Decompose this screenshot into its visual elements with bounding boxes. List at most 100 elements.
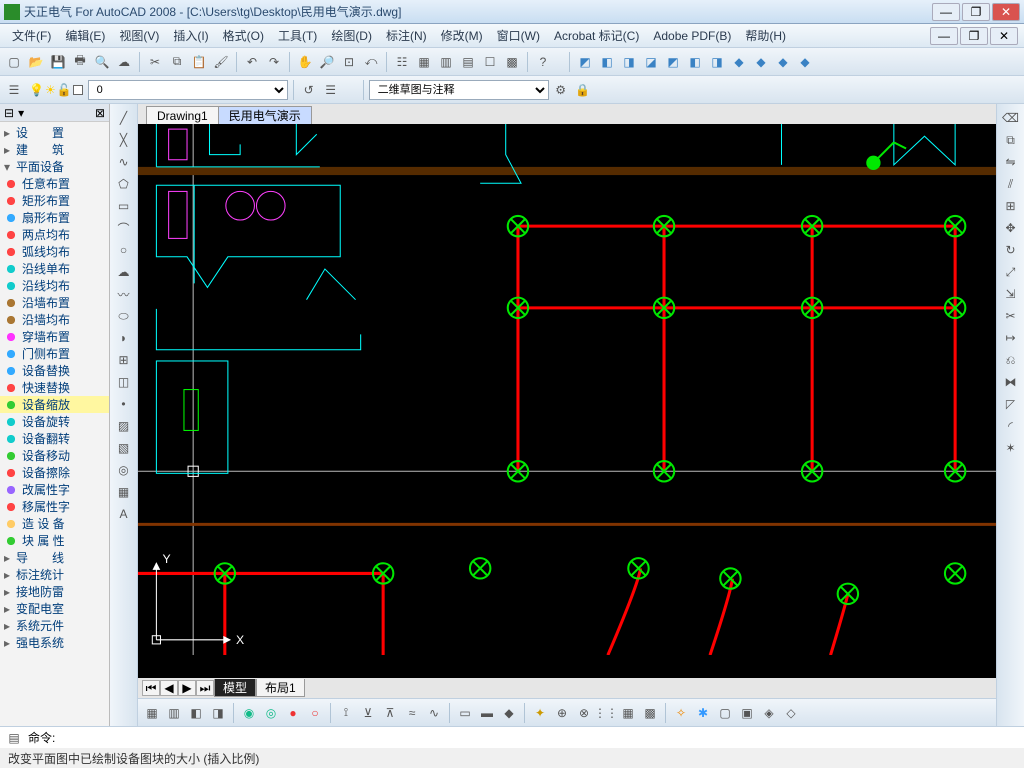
ssm-icon[interactable]: ▤ <box>458 52 478 72</box>
explode-icon[interactable]: ✶ <box>1001 438 1021 458</box>
menu-modify[interactable]: 修改(M) <box>435 25 489 46</box>
bt12-icon[interactable]: ≈ <box>402 703 422 723</box>
tree-item[interactable]: 两点均布 <box>0 226 109 243</box>
bt10-icon[interactable]: ⊻ <box>358 703 378 723</box>
layer-freeze-icon[interactable]: ☀ <box>45 83 56 97</box>
view-top-icon[interactable]: ◧ <box>597 52 617 72</box>
doc-restore-button[interactable]: ❐ <box>960 27 988 45</box>
bt26-icon[interactable]: ▣ <box>737 703 757 723</box>
layer-on-icon[interactable]: 💡 <box>29 83 44 97</box>
chamfer-icon[interactable]: ◸ <box>1001 394 1021 414</box>
block-icon[interactable]: ◫ <box>113 372 135 392</box>
tree-category[interactable]: ▸强电系统 <box>0 634 109 651</box>
tree-item[interactable]: 沿墙均布 <box>0 311 109 328</box>
tree-item[interactable]: 设备缩放 <box>0 396 109 413</box>
tab-first-icon[interactable]: ⏮ <box>142 680 160 696</box>
break-icon[interactable]: ⎌ <box>1001 350 1021 370</box>
panel-close-icon[interactable]: ⊠ <box>95 106 105 120</box>
scale-icon[interactable]: ⤢ <box>1001 262 1021 282</box>
array-icon[interactable]: ⊞ <box>1001 196 1021 216</box>
arc-icon[interactable]: ⌒ <box>113 218 135 238</box>
xline-icon[interactable]: ╳ <box>113 130 135 150</box>
extend-icon[interactable]: ↦ <box>1001 328 1021 348</box>
preview-icon[interactable]: 🔍 <box>92 52 112 72</box>
ws-settings-icon[interactable]: ⚙ <box>551 80 571 100</box>
tree-item[interactable]: 沿线均布 <box>0 277 109 294</box>
table-icon[interactable]: ▦ <box>113 482 135 502</box>
join-icon[interactable]: ⧓ <box>1001 372 1021 392</box>
panel-menu-icon[interactable]: ▾ <box>18 106 24 120</box>
tab-prev-icon[interactable]: ◀ <box>160 680 178 696</box>
mtext-icon[interactable]: A <box>113 504 135 524</box>
line-icon[interactable]: ╱ <box>113 108 135 128</box>
new-icon[interactable]: ▢ <box>4 52 24 72</box>
bt27-icon[interactable]: ◈ <box>759 703 779 723</box>
trim-icon[interactable]: ✂ <box>1001 306 1021 326</box>
rect-icon[interactable]: ▭ <box>113 196 135 216</box>
bt18-icon[interactable]: ⊕ <box>552 703 572 723</box>
layer-lock-icon[interactable]: 🔓 <box>57 83 72 97</box>
layer-prev-icon[interactable]: ↺ <box>299 80 319 100</box>
rotate-icon[interactable]: ↻ <box>1001 240 1021 260</box>
menu-window[interactable]: 窗口(W) <box>491 25 546 46</box>
polygon-icon[interactable]: ⬠ <box>113 174 135 194</box>
view-back-icon[interactable]: ◨ <box>707 52 727 72</box>
bt22-icon[interactable]: ▩ <box>640 703 660 723</box>
tree-category[interactable]: ▸标注统计 <box>0 566 109 583</box>
drawing-canvas[interactable]: X Y <box>138 124 996 678</box>
calc-icon[interactable]: ▩ <box>502 52 522 72</box>
revcloud-icon[interactable]: ☁ <box>113 262 135 282</box>
redo-icon[interactable]: ↷ <box>264 52 284 72</box>
bt17-icon[interactable]: ✦ <box>530 703 550 723</box>
erase-icon[interactable]: ⌫ <box>1001 108 1021 128</box>
tree-category[interactable]: ▸系统元件 <box>0 617 109 634</box>
view-nw-icon[interactable]: ◆ <box>795 52 815 72</box>
help-icon[interactable]: ? <box>533 52 553 72</box>
tree-item[interactable]: 设备旋转 <box>0 413 109 430</box>
tree-item[interactable]: 任意布置 <box>0 175 109 192</box>
doc-close-button[interactable]: ✕ <box>990 27 1018 45</box>
hatch-icon[interactable]: ▨ <box>113 416 135 436</box>
bt1-icon[interactable]: ▦ <box>142 703 162 723</box>
zoom-rt-icon[interactable]: 🔎 <box>317 52 337 72</box>
bt14-icon[interactable]: ▭ <box>455 703 475 723</box>
view-se-icon[interactable]: ◆ <box>751 52 771 72</box>
menu-draw[interactable]: 绘图(D) <box>325 25 378 46</box>
tree-item[interactable]: 穿墙布置 <box>0 328 109 345</box>
doc-tab-active[interactable]: 民用电气演示 <box>218 106 312 124</box>
pline-icon[interactable]: ∿ <box>113 152 135 172</box>
region-icon[interactable]: ◎ <box>113 460 135 480</box>
dc-icon[interactable]: ▦ <box>414 52 434 72</box>
tree-item[interactable]: 设备翻转 <box>0 430 109 447</box>
stretch-icon[interactable]: ⇲ <box>1001 284 1021 304</box>
fillet-icon[interactable]: ◜ <box>1001 416 1021 436</box>
tree-category[interactable]: ▸变配电室 <box>0 600 109 617</box>
publish-icon[interactable]: ☁ <box>114 52 134 72</box>
mirror-icon[interactable]: ⇋ <box>1001 152 1021 172</box>
workspace-select[interactable]: 二维草图与注释 <box>369 80 549 100</box>
bt13-icon[interactable]: ∿ <box>424 703 444 723</box>
zoom-win-icon[interactable]: ⊡ <box>339 52 359 72</box>
bt23-icon[interactable]: ✧ <box>671 703 691 723</box>
menu-view[interactable]: 视图(V) <box>113 25 165 46</box>
menu-tools[interactable]: 工具(T) <box>272 25 323 46</box>
cmd-input[interactable] <box>59 729 1020 747</box>
view-front-icon[interactable]: ◧ <box>685 52 705 72</box>
tp-icon[interactable]: ▥ <box>436 52 456 72</box>
menu-insert[interactable]: 插入(I) <box>167 25 214 46</box>
view-right-icon[interactable]: ◩ <box>663 52 683 72</box>
view-ne-icon[interactable]: ◆ <box>773 52 793 72</box>
cmd-history-icon[interactable]: ▤ <box>4 728 24 748</box>
match-icon[interactable]: 🖌 <box>211 52 231 72</box>
tree-item[interactable]: 沿墙布置 <box>0 294 109 311</box>
bt7-icon[interactable]: ● <box>283 703 303 723</box>
bt8-icon[interactable]: ○ <box>305 703 325 723</box>
tree-category[interactable]: ▾平面设备 <box>0 158 109 175</box>
gradient-icon[interactable]: ▧ <box>113 438 135 458</box>
tree-category[interactable]: ▸设 置 <box>0 124 109 141</box>
print-icon[interactable]: 🖶 <box>70 52 90 72</box>
menu-help[interactable]: 帮助(H) <box>739 25 792 46</box>
layer-select[interactable]: 0 <box>88 80 288 100</box>
bt28-icon[interactable]: ◇ <box>781 703 801 723</box>
tree-item[interactable]: 设备移动 <box>0 447 109 464</box>
